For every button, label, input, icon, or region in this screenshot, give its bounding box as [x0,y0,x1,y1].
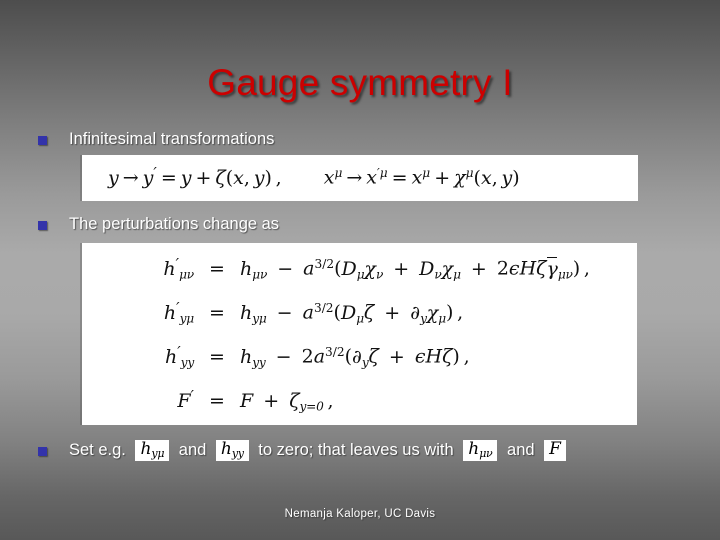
equation-row: F′ = F + ζy=0 , [177,387,334,414]
equation-line: y → y′ = y + ζ(x, y) , xμ → x′μ = xμ + χ… [108,164,520,189]
bullet-label: The perturbations change as [69,215,280,233]
bullet-item-set-to-zero: Set e.g. hyμ and hyy to zero; that leave… [38,440,571,461]
bullet-square-icon [38,136,47,145]
inline-formula-h-y-mu: hyμ [135,439,170,461]
equation-row: h′yy = hyy − 2a3/2(∂yζ + ϵHζ) , [164,343,470,370]
formula-subscript: yy [231,447,244,460]
bullet-square-icon [38,447,47,456]
inline-formula-F: F [544,440,566,461]
bullet-square-icon [38,221,47,230]
inline-formula-h-y-y: hyy [215,439,249,461]
formula-base: h [220,439,232,459]
page-title: Gauge symmetry I [207,62,513,103]
formula-subscript: yμ [151,447,165,460]
formula-base: h [468,439,480,459]
bullet-label-composite: Set e.g. hyμ and hyy to zero; that leave… [69,440,571,461]
bullet-label: Infinitesimal transformations [69,130,275,148]
formula-base: h [140,439,152,459]
bullet-item-infinitesimal-transformations: Infinitesimal transformations [38,130,274,149]
formula-subscript: μν [479,447,493,460]
bullet-text-segment: to zero; that leaves us with [258,440,454,459]
bullet-text-segment: and [178,440,207,459]
bullet-item-perturbations-change: The perturbations change as [38,215,279,234]
formula-base: F [549,439,561,459]
equation-row: h′yμ = hyμ − a3/2(Dμζ + ∂yχμ) , [163,299,464,326]
equation-block-perturbations: h′μν = hμν − a3/2(Dμχν + Dνχμ + 2ϵHζγμν)… [82,243,637,425]
equation-row: h′μν = hμν − a3/2(Dμχν + Dνχμ + 2ϵHζγμν)… [163,255,590,282]
slide-canvas: Gauge symmetry I Infinitesimal transform… [0,0,720,540]
slide-footer: Nemanja Kaloper, UC Davis [284,508,436,520]
bullet-text-segment: and [507,440,535,459]
inline-formula-h-mu-nu: hμν [463,439,498,461]
bullet-text-segment: Set e.g. [69,440,126,459]
equation-block-transformations: y → y′ = y + ζ(x, y) , xμ → x′μ = xμ + χ… [82,155,638,201]
